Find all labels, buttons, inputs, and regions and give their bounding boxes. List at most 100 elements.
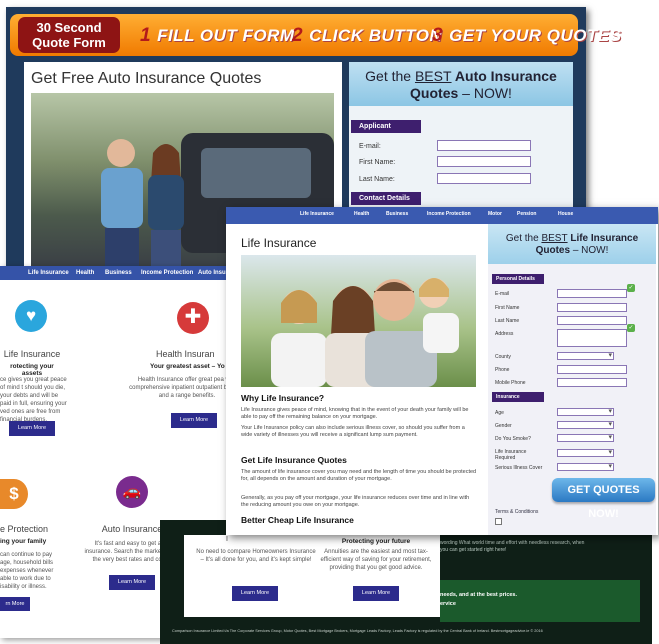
auto-email-label: E-mail:: [359, 143, 381, 150]
ov-card-life-text: ce gives you great peace of mind t shoul…: [0, 377, 67, 423]
ov-card-life-title: Life Insurance: [3, 349, 61, 359]
dark-text-1: wording What world time and effort with …: [440, 540, 650, 554]
dollar-icon: $: [0, 479, 28, 509]
life-nav-income[interactable]: Income Protection: [427, 211, 471, 217]
life-first-name-field[interactable]: [557, 303, 627, 312]
auto-last-name-label: Last Name:: [359, 176, 395, 183]
check-icon: ✓: [627, 284, 635, 292]
life-nav-health[interactable]: Health: [354, 211, 369, 217]
ov-auto-learn-more-button[interactable]: Learn More: [109, 575, 155, 590]
life-form-head-pre: Get the: [505, 233, 542, 244]
auto-last-name-field[interactable]: [437, 173, 531, 184]
ov-house-learn-more-button[interactable]: Learn More: [232, 586, 278, 601]
step-2-number: 2: [292, 25, 304, 46]
life-nav-business[interactable]: Business: [386, 211, 408, 217]
life-phone-label: Phone: [495, 367, 510, 373]
heart-pulse-icon: ♥: [15, 300, 47, 332]
cheap-life-heading: Better Cheap Life Insurance: [241, 515, 354, 525]
life-phone-field[interactable]: [557, 365, 627, 374]
terms-link[interactable]: Terms & Conditions: [495, 509, 538, 515]
car-icon: 🚗: [116, 476, 148, 508]
ov-nav-business[interactable]: Business: [105, 270, 132, 276]
life-county-select[interactable]: [557, 351, 614, 360]
ov-nav-life[interactable]: Life Insurance: [28, 270, 69, 276]
life-email-label: E-mail: [495, 291, 510, 297]
life-gender-label: Gender: [495, 423, 512, 429]
life-address-field[interactable]: [557, 329, 627, 347]
step-2: 2 CLICK BUTTON: [292, 25, 442, 47]
life-nav-house[interactable]: House: [558, 211, 573, 217]
ov-nav-income[interactable]: Income Protection: [141, 270, 193, 276]
ov-nav-health[interactable]: Health: [76, 270, 94, 276]
get-quotes-heading: Get Life Insurance Quotes: [241, 455, 347, 465]
dark-line-1: wording What world time and effort with …: [440, 540, 585, 546]
ov-card-house-title: I: [226, 536, 228, 543]
life-nav-pension[interactable]: Pension: [517, 211, 536, 217]
life-paragraph-4: Generally, as you pay off your mortgage,…: [241, 495, 470, 508]
life-mobile-field[interactable]: [557, 378, 627, 387]
check-icon: ✓: [627, 324, 635, 332]
get-quotes-now-button[interactable]: GET QUOTES NOW!: [552, 478, 655, 520]
ov-nav-auto[interactable]: Auto Insu: [198, 270, 226, 276]
life-county-label: County: [495, 354, 511, 360]
life-smoke-label: Do You Smoke?: [495, 436, 531, 442]
ov-income-learn-more-button[interactable]: rn More: [0, 597, 30, 611]
ov-card-house-text: No need to compare Homeowners Insurance …: [196, 549, 316, 563]
life-illness-label: Serious Illness Cover: [495, 465, 543, 471]
contact-section-header: Contact Details: [351, 192, 421, 205]
auto-email-field[interactable]: [437, 140, 531, 151]
step-2-label: CLICK BUTTON: [309, 26, 443, 45]
terms-checkbox[interactable]: [495, 518, 502, 525]
ov-card-life-sub: rotecting your assets: [10, 363, 54, 377]
ov-card-income-title: e Protection: [0, 524, 49, 534]
auto-first-name-field[interactable]: [437, 156, 531, 167]
auto-first-name-label: First Name:: [359, 159, 396, 166]
ov-pension-learn-more-button[interactable]: Learn More: [353, 586, 399, 601]
life-paragraph-2: Your Life Insurance policy can also incl…: [241, 425, 465, 438]
step-3-number: 3: [432, 25, 444, 46]
logo-line-1: 30 Second: [36, 20, 102, 35]
life-mobile-label: Mobile Phone: [495, 380, 526, 386]
life-nav-life[interactable]: Life Insurance: [300, 211, 334, 217]
life-illness-select[interactable]: [557, 462, 614, 471]
dark-line-4: ervice: [440, 601, 456, 607]
life-form-head-post: – NOW!: [570, 245, 609, 256]
family-illustration: [271, 278, 459, 387]
family-photo: [241, 255, 476, 387]
life-last-name-field[interactable]: [557, 316, 627, 325]
life-paragraph-1: Life Insurance gives peace of mind, know…: [241, 407, 469, 420]
auto-form-heading: Get the BEST Auto Insurance Quotes – NOW…: [349, 62, 573, 106]
step-1-label: FILL OUT FORM: [157, 26, 295, 45]
step-3: 3 GET YOUR QUOTES: [432, 25, 622, 47]
footer-green-panel: [440, 580, 640, 622]
life-nav-motor[interactable]: Motor: [488, 211, 502, 217]
why-life-heading: Why Life Insurance?: [241, 393, 325, 403]
step-1-number: 1: [140, 25, 152, 46]
life-smoke-select[interactable]: [557, 433, 614, 442]
life-age-select[interactable]: [557, 407, 614, 416]
insurance-section-header: Insurance: [492, 392, 544, 402]
ov-card-pension-sub: Protecting your future: [341, 538, 411, 545]
auto-form-head-pre: Get the: [365, 68, 415, 84]
life-address-label: Address: [495, 331, 514, 337]
life-cover-select[interactable]: [557, 448, 614, 457]
ov-card-income-sub: ing your family: [0, 538, 47, 545]
life-paragraph-3: The amount of life insurance cover you m…: [241, 469, 477, 482]
ov-card-income-text: can continue to pay age, household bills…: [0, 552, 54, 590]
life-form-head-best: BEST: [541, 233, 568, 244]
auto-page-title: Get Free Auto Insurance Quotes: [31, 70, 262, 87]
dark-line-3: needs, and at the best prices.: [440, 592, 518, 598]
ov-life-learn-more-button[interactable]: Learn More: [9, 421, 55, 436]
auto-form-head-best: BEST: [414, 68, 452, 84]
dark-line-2: you can get started right here!: [440, 547, 507, 553]
life-page-title: Life Insurance: [241, 236, 317, 250]
life-email-field[interactable]: [557, 289, 627, 298]
life-gender-select[interactable]: [557, 420, 614, 429]
logo-line-2: Quote Form: [32, 35, 106, 50]
step-3-label: GET YOUR QUOTES: [449, 26, 622, 45]
auto-form-head-post: – NOW!: [458, 85, 512, 101]
step-1: 1 FILL OUT FORM: [140, 25, 295, 47]
life-first-name-label: First Name: [495, 305, 520, 311]
life-last-name-label: Last Name: [495, 318, 520, 324]
ov-health-learn-more-button[interactable]: Learn More: [171, 413, 217, 428]
